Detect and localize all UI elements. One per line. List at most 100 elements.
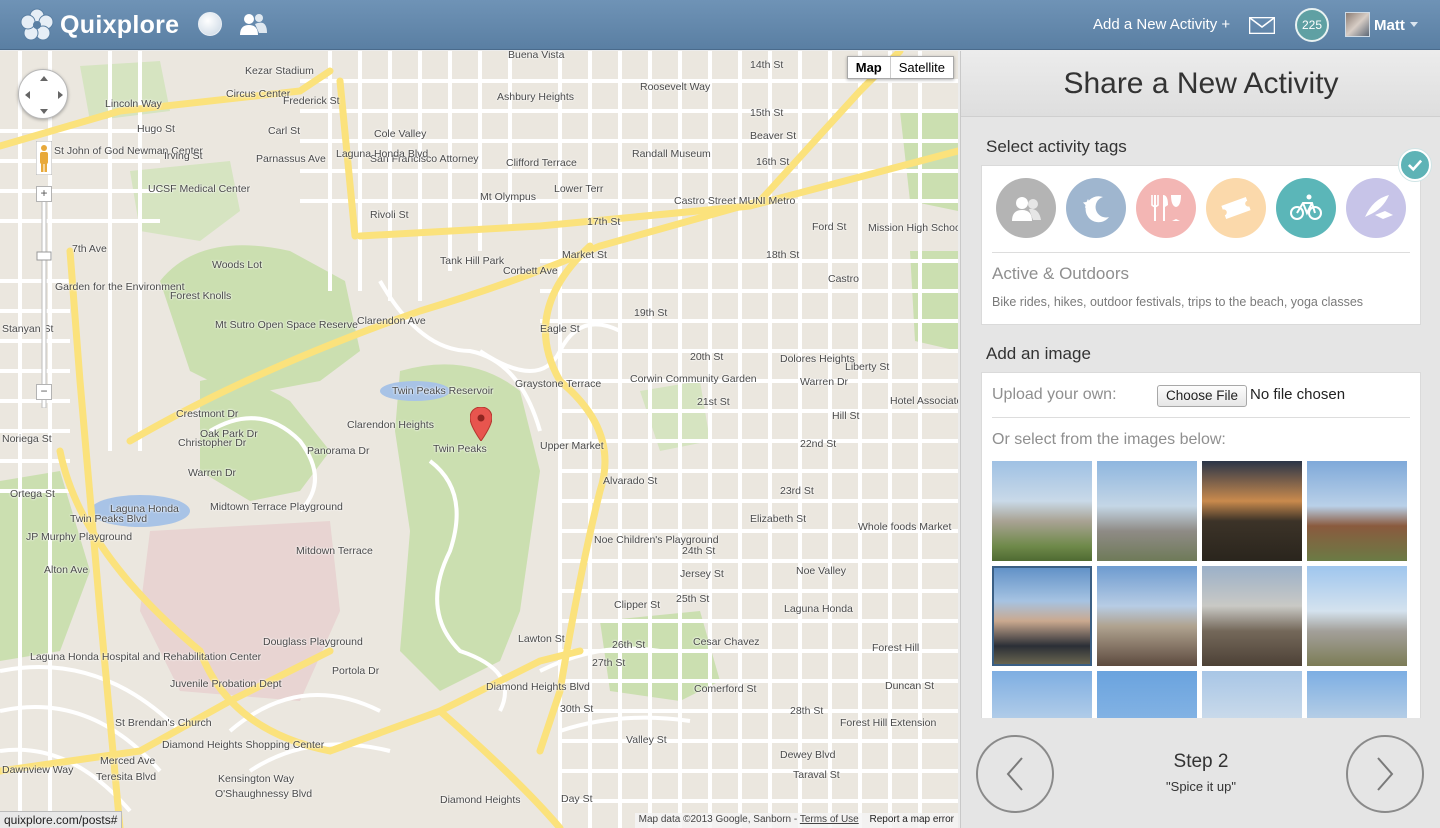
map-view[interactable]: Kezar Stadium Circus Center Frederick St Bu… (0, 51, 958, 828)
moon-stars-tag-icon (1083, 196, 1109, 223)
map-type-control[interactable]: Map Satellite (846, 56, 954, 79)
image-thumbnail-sunset-over-hill[interactable] (1202, 461, 1302, 561)
map-street-label: Frederick St (283, 95, 340, 107)
avatar[interactable] (1345, 12, 1370, 37)
upload-label: Upload your own: (992, 386, 1117, 403)
map-street-label: Clarendon Heights (347, 419, 434, 431)
image-thumbnail-red-dirt-overlook[interactable] (1307, 461, 1407, 561)
pan-arrows-icon[interactable] (19, 70, 69, 120)
map-street-label: 26th St (612, 639, 646, 651)
user-name[interactable]: Matt (1374, 17, 1405, 34)
image-thumbnail-sunny-city-view[interactable] (1307, 566, 1407, 666)
map-street-label: Hill St (832, 410, 860, 422)
map-street-label: Forest Hill (872, 642, 920, 654)
logo-text: Quixplore (60, 10, 180, 39)
image-thumbnail-people-on-rocks[interactable] (1097, 566, 1197, 666)
map-street-label: Tank Hill Park (440, 255, 505, 267)
image-thumbnail-city-skyline-haze[interactable] (1097, 461, 1197, 561)
step-title: Step 2 (1173, 751, 1229, 772)
activity-tag-button[interactable] (1276, 178, 1336, 238)
activity-tag-button[interactable] (1346, 178, 1406, 238)
terms-of-use-link[interactable]: Terms of Use (800, 814, 859, 825)
map-type-satellite-button[interactable]: Satellite (891, 57, 953, 78)
map-street-label: Beaver St (750, 130, 797, 142)
image-thumbnail-sutro-tower[interactable] (1097, 671, 1197, 718)
next-step-button[interactable] (1346, 735, 1424, 813)
mail-icon[interactable] (1249, 17, 1275, 34)
map-street-label: Castro Street MUNI Metro (674, 195, 796, 207)
map-street-label: Lawton St (518, 633, 565, 645)
map-street-label: O'Shaughnessy Blvd (215, 788, 313, 800)
map-street-label: Oak Park Dr (200, 428, 258, 440)
map-street-label: 27th St (592, 657, 626, 669)
map-street-label: Ashbury Heights (497, 91, 575, 103)
location-marker-icon[interactable] (470, 407, 492, 441)
map-street-label: Crestmont Dr (176, 408, 239, 420)
people-icon[interactable] (238, 12, 268, 36)
map-street-label: Circus Center (226, 88, 291, 100)
map-street-label: Diamond Heights Shopping Center (162, 739, 325, 751)
caret-down-icon[interactable] (1410, 22, 1418, 27)
image-thumbnail-city-hillside-view[interactable] (992, 461, 1092, 561)
map-street-label: Corbett Ave (503, 265, 558, 277)
image-card: Upload your own: Choose File No file cho… (981, 372, 1421, 718)
tags-row (996, 178, 1406, 238)
map-street-label: Parnassus Ave (256, 153, 326, 165)
map-street-label: 30th St (560, 703, 594, 715)
activity-tag-button[interactable] (1206, 178, 1266, 238)
map-street-label: Eagle St (540, 323, 580, 335)
map-street-label: Panorama Dr (307, 445, 370, 457)
image-thumbnail-grid (992, 461, 1407, 718)
report-map-error-link[interactable]: Report a map error (870, 814, 954, 825)
map-street-label: Forest Hill Extension (840, 717, 937, 729)
status-bar-url: quixplore.com/posts# (0, 811, 123, 828)
map-street-label: Roosevelt Way (640, 81, 711, 93)
image-thumbnail-two-people-selfie[interactable] (992, 566, 1092, 666)
activity-tag-button[interactable] (1136, 178, 1196, 238)
map-street-label: Graystone Terrace (515, 378, 602, 390)
image-thumbnail-city-blue-sky[interactable] (992, 671, 1092, 718)
map-street-label: Noe Valley (796, 565, 846, 577)
map-street-label: Ortega St (10, 488, 55, 500)
previous-step-button[interactable] (976, 735, 1054, 813)
map-street-label: Comerford St (694, 683, 757, 695)
checkmark-icon (1399, 149, 1431, 181)
map-street-label: Douglass Playground (263, 636, 363, 648)
map-street-label: Mt Olympus (480, 191, 537, 203)
map-street-label: 15th St (750, 107, 784, 119)
zoom-out-button[interactable]: − (36, 384, 52, 400)
logo[interactable]: Quixplore (20, 8, 179, 42)
map-street-label: St Brendan's Church (115, 717, 212, 729)
map-street-label: Clipper St (614, 599, 661, 611)
selected-tag-name: Active & Outdoors (992, 264, 1130, 283)
map-street-label: Randall Museum (632, 148, 711, 160)
map-type-map-button[interactable]: Map (848, 57, 891, 78)
choose-file-button[interactable]: Choose File (1157, 385, 1248, 407)
map-street-label: Twin Peaks (433, 443, 487, 455)
tags-card: Active & Outdoors Bike rides, hikes, out… (981, 165, 1421, 325)
image-thumbnail-dusky-city-hill[interactable] (1202, 566, 1302, 666)
add-new-activity-link[interactable]: Add a New Activity + (1093, 16, 1230, 33)
globe-icon[interactable] (198, 12, 222, 36)
zoom-slider[interactable] (36, 186, 52, 408)
notification-count-badge[interactable]: 225 (1295, 8, 1329, 42)
map-street-label: Clifford Terrace (506, 157, 577, 169)
map-street-label: 23rd St (780, 485, 814, 497)
chevron-right-icon (1377, 757, 1394, 791)
panel-scroll-area[interactable]: Select activity tags Active & Outdoors B… (961, 118, 1440, 718)
pan-control[interactable] (18, 69, 68, 119)
map-street-label: Alvarado St (603, 475, 658, 487)
map-street-label: Kezar Stadium (245, 65, 314, 77)
map-street-label: 24th St (682, 545, 716, 557)
activity-tag-button[interactable] (996, 178, 1056, 238)
image-thumbnail-hazy-horizon[interactable] (1202, 671, 1302, 718)
map-street-label: Forest Knolls (170, 290, 232, 302)
map-street-label: Market St (562, 249, 607, 261)
step-subtitle: "Spice it up" (1166, 779, 1236, 794)
map-street-label: Buena Vista (508, 51, 565, 61)
image-thumbnail-downtown-skyline[interactable] (1307, 671, 1407, 718)
zoom-in-button[interactable]: + (36, 186, 52, 202)
map-street-label: 25th St (676, 593, 710, 605)
pegman-streetview-icon[interactable] (36, 141, 52, 175)
activity-tag-button[interactable] (1066, 178, 1126, 238)
